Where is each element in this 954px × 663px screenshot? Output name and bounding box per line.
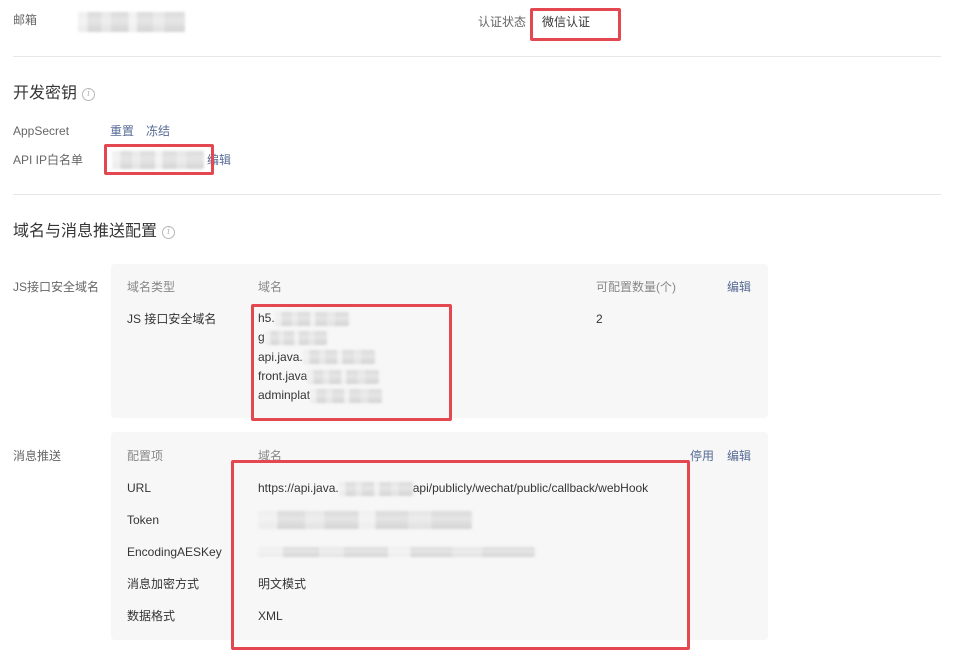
js-domain-edit-link[interactable]: 编辑 [727,277,751,297]
auth-status-value: 微信认证 [542,15,591,29]
domain-redacted [302,350,375,365]
list-item: api.java. [258,348,382,367]
ip-whitelist-value-redacted [112,151,204,169]
push-encrypt-value: 明文模式 [258,577,307,591]
appsecret-freeze-link[interactable]: 冻结 [146,121,170,141]
push-token-label: Token [127,513,160,527]
push-label: 消息推送 [13,449,62,463]
section-divider [13,56,941,57]
dev-key-title: 开发密钥 [13,85,78,102]
domain-config-title: 域名与消息推送配置 [13,223,158,240]
push-edit-link[interactable]: 编辑 [727,446,751,466]
ip-whitelist-edit-link[interactable]: 编辑 [207,150,231,170]
list-item: g [258,328,382,347]
js-domain-type-value: JS 接口安全域名 [127,312,217,326]
js-domain-header-type: 域名类型 [127,280,176,294]
js-domain-header-domain: 域名 [258,280,283,294]
domain-redacted [310,388,383,403]
push-format-label: 数据格式 [127,609,176,623]
section-divider [13,194,941,195]
push-card: 配置项 域名 停用 编辑 URL https://api.java. api/pu… [111,432,768,640]
domain-config-section: 域名与消息推送配置 i [13,220,176,244]
push-aeskey-redacted [258,547,535,557]
js-domain-list: h5. g api.java. front.java adminplat [258,309,383,405]
push-token-redacted [258,511,472,529]
domain-redacted [307,369,380,384]
js-domain-header-count: 可配置数量(个) [596,280,676,294]
js-domain-card: 域名类型 域名 可配置数量(个) 编辑 JS 接口安全域名 h5. g api.… [111,264,768,418]
list-item: adminplat [258,386,383,405]
push-header-item: 配置项 [127,449,164,463]
push-url-redacted [338,481,413,496]
email-value-redacted [78,12,185,32]
domain-text: g [258,330,265,345]
push-url-prefix: https://api.java. [258,481,339,495]
info-circle-icon[interactable]: i [162,225,176,239]
push-format-value: XML [258,609,283,623]
js-domain-label: JS接口安全域名 [13,280,100,294]
push-disable-link[interactable]: 停用 [690,446,714,466]
info-circle-icon[interactable]: i [82,87,96,101]
appsecret-reset-link[interactable]: 重置 [110,121,134,141]
push-url-value: https://api.java. api/publicly/wechat/pub… [258,478,648,498]
push-aeskey-label: EncodingAESKey [127,545,222,559]
appsecret-label: AppSecret [13,124,70,138]
push-url-label: URL [127,481,152,495]
js-domain-count-value: 2 [596,312,603,326]
domain-text: api.java. [258,349,303,364]
push-header-domain: 域名 [258,449,283,463]
domain-text: adminplat [258,388,311,402]
push-url-suffix: api/publicly/wechat/public/callback/webH… [412,481,649,495]
domain-redacted [274,311,349,326]
domain-redacted [264,331,327,346]
domain-text: front.java [258,368,308,383]
list-item: front.java [258,367,382,386]
email-label: 邮箱 [13,13,38,27]
ip-whitelist-label: API IP白名单 [13,153,84,167]
list-item: h5. [258,309,382,328]
dev-key-section: 开发密钥 i [13,82,96,106]
push-encrypt-label: 消息加密方式 [127,577,200,591]
auth-status-label: 认证状态 [478,15,527,29]
domain-text: h5. [258,311,275,325]
